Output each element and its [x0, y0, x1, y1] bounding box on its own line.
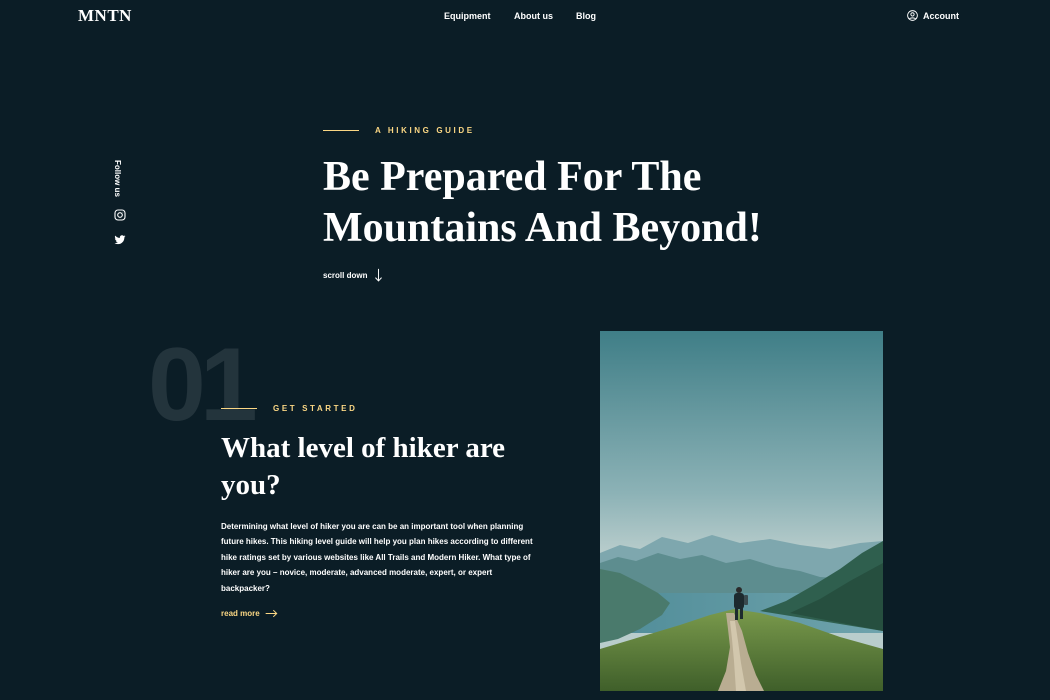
hiker-photo	[600, 331, 883, 691]
instagram-icon[interactable]	[114, 209, 126, 221]
arrow-right-icon	[265, 609, 278, 618]
eyebrow-line	[221, 408, 257, 409]
main-nav: Equipment About us Blog	[0, 11, 1050, 23]
read-more-link[interactable]: read more	[221, 609, 278, 618]
nav-item-blog[interactable]: Blog	[576, 11, 596, 21]
scroll-down-button[interactable]: scroll down	[323, 268, 383, 282]
arrow-down-icon	[374, 268, 383, 282]
eyebrow-line	[323, 130, 359, 131]
twitter-icon[interactable]	[114, 234, 126, 246]
account-label: Account	[923, 10, 959, 21]
user-icon	[907, 10, 918, 21]
nav-item-about-us[interactable]: About us	[514, 11, 553, 21]
section-eyebrow: GET STARTED	[221, 404, 357, 413]
hero-title: Be Prepared For The Mountains And Beyond…	[323, 154, 762, 251]
section-title: What level of hiker are you?	[221, 432, 506, 501]
section-eyebrow-text: GET STARTED	[273, 404, 358, 413]
hero-eyebrow: A HIKING GUIDE	[323, 126, 475, 135]
section-body: Determining what level of hiker you are …	[221, 522, 533, 593]
scroll-down-label: scroll down	[323, 270, 368, 280]
section-number: 01	[148, 327, 258, 443]
read-more-label: read more	[221, 609, 260, 618]
account-button[interactable]: Account	[907, 10, 959, 21]
nav-item-equipment[interactable]: Equipment	[444, 11, 491, 21]
hero-eyebrow-text: A HIKING GUIDE	[375, 126, 475, 135]
follow-us-label: Follow us	[113, 160, 122, 197]
